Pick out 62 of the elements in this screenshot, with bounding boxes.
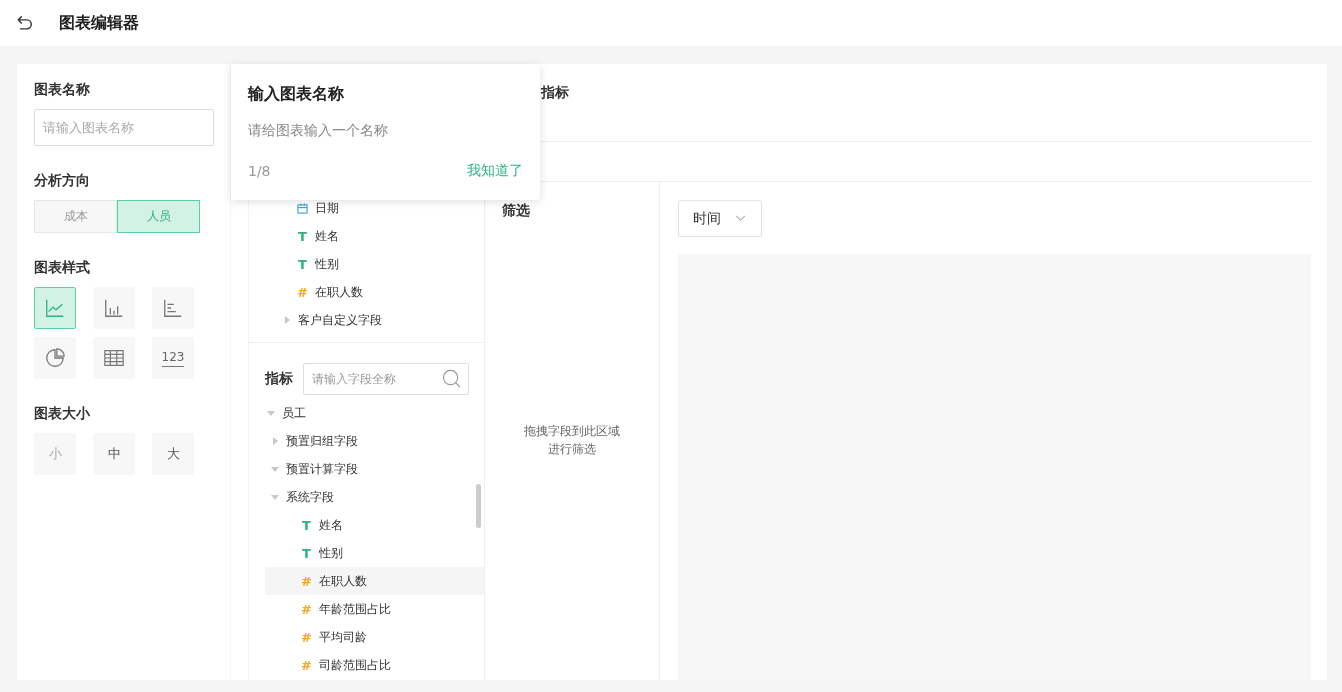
caret-right-icon[interactable] xyxy=(271,437,279,445)
tree-group[interactable]: 员工 xyxy=(282,404,306,422)
field-item[interactable]: T 姓名 xyxy=(249,222,484,250)
text-type-icon: T xyxy=(301,545,312,561)
time-dropdown[interactable]: 时间 xyxy=(678,200,762,237)
number-type-icon: # xyxy=(301,657,312,673)
chart-name-field[interactable]: 请输入图表名称 xyxy=(34,109,214,146)
search-icon[interactable] xyxy=(442,369,461,388)
bar-chart-icon xyxy=(103,297,125,319)
section-heading: 指标 xyxy=(541,84,569,100)
back-icon[interactable] xyxy=(16,14,34,32)
section-label: 图表大小 xyxy=(34,405,91,423)
section-label: 图表样式 xyxy=(34,259,91,277)
popover-text: 请给图表输入一个名称 xyxy=(248,122,389,140)
drop-hint: 拖拽字段到此区域进行筛选 xyxy=(523,423,621,458)
caret-down-icon[interactable] xyxy=(271,493,279,501)
tree-group[interactable]: 预置计算字段 xyxy=(286,460,358,478)
number-type-icon: # xyxy=(301,629,312,645)
field-item[interactable]: T 性别 xyxy=(249,539,484,567)
section-label: 筛选 xyxy=(502,202,531,220)
text-type-icon: T xyxy=(297,228,308,244)
size-option[interactable]: 大 xyxy=(152,433,194,475)
field-item[interactable]: 日期 xyxy=(249,194,484,222)
table-chart-button[interactable] xyxy=(93,337,135,379)
field-item[interactable]: # 年龄范围占比 xyxy=(249,595,484,623)
chevron-down-icon xyxy=(735,215,746,222)
field-item[interactable]: # 在职人数 xyxy=(249,278,484,306)
hbar-chart-button[interactable] xyxy=(152,287,194,329)
tree-group[interactable]: 客户自定义字段 xyxy=(298,311,382,329)
field-item[interactable]: # 司龄范围占比 xyxy=(249,651,484,679)
calendar-icon xyxy=(297,202,308,214)
number-type-icon: # xyxy=(301,573,312,589)
size-option[interactable]: 中 xyxy=(93,433,135,475)
caret-down-icon[interactable] xyxy=(267,409,275,417)
field-item[interactable]: # 在职人数 xyxy=(265,567,484,595)
section-label: 分析方向 xyxy=(34,172,91,190)
section-label: 指标 xyxy=(265,370,293,388)
number-type-icon: # xyxy=(301,601,312,617)
pie-chart-button[interactable] xyxy=(34,337,76,379)
bar-chart-button[interactable] xyxy=(93,287,135,329)
field-item[interactable]: T 姓名 xyxy=(249,511,484,539)
tree-group[interactable]: 预置归组字段 xyxy=(286,432,358,450)
field-item[interactable]: T 性别 xyxy=(249,250,484,278)
table-icon xyxy=(103,347,125,369)
text-type-icon: T xyxy=(301,517,312,533)
number-type-icon: # xyxy=(297,284,308,300)
page-title: 图表编辑器 xyxy=(59,12,139,34)
scrollbar-thumb[interactable] xyxy=(476,484,481,528)
search-field[interactable]: 请输入字段全称 xyxy=(303,363,469,395)
caret-down-icon[interactable] xyxy=(271,465,279,473)
number-chart-button[interactable]: 123 xyxy=(152,337,194,379)
field-item[interactable]: # 平均司龄 xyxy=(249,623,484,651)
text-type-icon: T xyxy=(297,256,308,272)
caret-right-icon[interactable] xyxy=(283,316,291,324)
pie-chart-icon xyxy=(44,347,66,369)
line-chart-button[interactable] xyxy=(34,287,76,329)
section-label: 图表名称 xyxy=(34,81,91,99)
line-chart-icon xyxy=(44,297,66,319)
popover-title: 输入图表名称 xyxy=(248,84,345,105)
horizontal-bar-icon xyxy=(162,297,184,319)
tree-group[interactable]: 系统字段 xyxy=(286,488,334,506)
step-counter: 1/8 xyxy=(248,163,271,179)
